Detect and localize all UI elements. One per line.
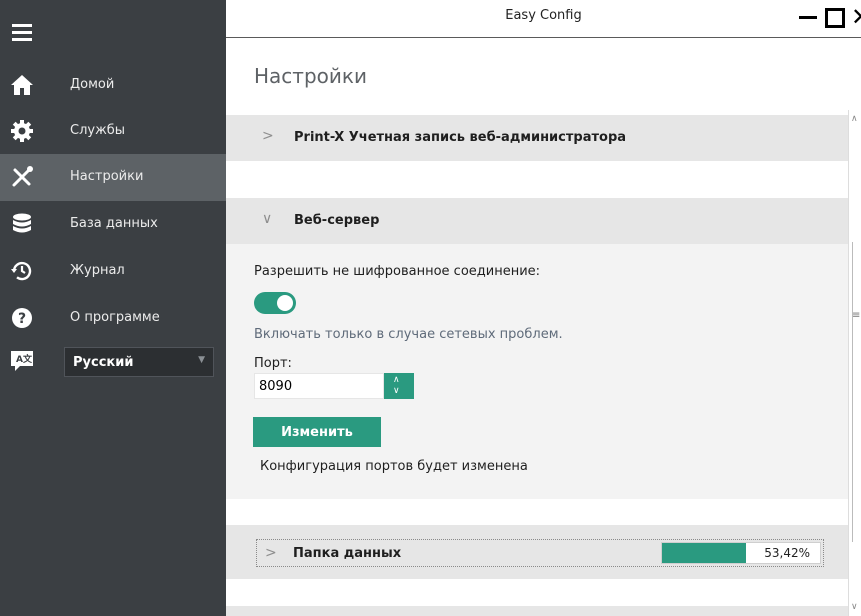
sidebar-item-home[interactable]: Домой	[0, 62, 226, 109]
sidebar-item-label: Службы	[70, 123, 126, 138]
svg-text:A: A	[16, 355, 23, 365]
svg-text:文: 文	[22, 353, 33, 365]
chevron-down-icon: ∨	[262, 211, 273, 227]
section-title: Print-X Учетная запись веб-администратор…	[294, 130, 627, 145]
title-bar: Easy Config ✕	[226, 0, 861, 38]
chevron-right-icon: >	[265, 545, 277, 561]
sidebar-item-label: Журнал	[70, 263, 125, 278]
close-button[interactable]: ✕	[851, 5, 861, 29]
sidebar-item-database[interactable]: База данных	[0, 201, 226, 248]
toggle-knob	[277, 295, 293, 311]
language-select[interactable]: Русский ▼	[64, 347, 214, 377]
scrollbar-thumb[interactable]	[852, 242, 860, 542]
scrollbar[interactable]: ∧ ≡ ∨	[848, 110, 861, 616]
sidebar-item-label: База данных	[70, 216, 158, 231]
sidebar-item-journal[interactable]: Журнал	[0, 248, 226, 295]
port-label: Порт:	[254, 356, 292, 371]
home-icon	[11, 75, 33, 95]
port-stepper[interactable]: ∧ ∨	[384, 373, 414, 399]
help-icon: ?	[12, 308, 32, 328]
section-web-server[interactable]: ∨ Веб-сервер	[226, 198, 848, 244]
scroll-up-icon[interactable]: ∧	[851, 114, 858, 124]
maximize-button[interactable]	[825, 8, 845, 28]
chevron-down-icon: ▼	[198, 355, 205, 365]
gear-icon	[11, 120, 33, 142]
network-hint: Включать только в случае сетевых проблем…	[254, 327, 563, 342]
section-admin-account[interactable]: > Print-X Учетная запись веб-администрат…	[226, 115, 848, 161]
section-data-folder[interactable]: > Папка данных 53,42%	[256, 539, 824, 567]
minimize-button[interactable]	[799, 6, 817, 28]
unencrypted-toggle[interactable]	[254, 292, 296, 314]
sidebar: Домой Службы Настройки База данных Журна…	[0, 0, 226, 616]
sidebar-item-label: О программе	[70, 310, 160, 325]
hamburger-menu-icon[interactable]	[12, 24, 32, 42]
language-select-value: Русский	[73, 355, 134, 370]
section-next-partial[interactable]	[226, 606, 848, 616]
port-status-text: Конфигурация портов будет изменена	[260, 459, 528, 474]
history-icon	[11, 261, 32, 281]
language-icon: A 文	[11, 351, 33, 371]
main-content: Настройки > Print-X Учетная запись веб-а…	[226, 38, 848, 616]
progress-text: 53,42%	[764, 546, 810, 560]
sidebar-item-label: Настройки	[70, 169, 144, 184]
sidebar-item-services[interactable]: Службы	[0, 108, 226, 155]
sidebar-item-about[interactable]: ? О программе	[0, 295, 226, 342]
database-icon	[13, 213, 31, 233]
svg-text:?: ?	[18, 311, 26, 327]
tools-icon	[12, 166, 33, 187]
sidebar-item-label: Домой	[70, 77, 115, 92]
port-input[interactable]	[254, 373, 384, 399]
sidebar-item-settings[interactable]: Настройки	[0, 154, 226, 201]
chevron-up-icon[interactable]: ∧	[393, 375, 400, 385]
unencrypted-label: Разрешить не шифрованное соединение:	[254, 264, 541, 279]
chevron-down-icon[interactable]: ∨	[393, 386, 400, 396]
scroll-down-icon[interactable]: ∨	[851, 602, 858, 612]
scrollbar-grip-icon: ≡	[852, 310, 861, 321]
change-button[interactable]: Изменить	[253, 417, 381, 447]
page-title: Настройки	[254, 64, 367, 88]
chevron-right-icon: >	[262, 128, 274, 144]
data-folder-progress: 53,42%	[661, 542, 821, 564]
section-title: Папка данных	[293, 546, 402, 561]
window-title: Easy Config	[505, 8, 582, 23]
section-title: Веб-сервер	[294, 213, 380, 228]
